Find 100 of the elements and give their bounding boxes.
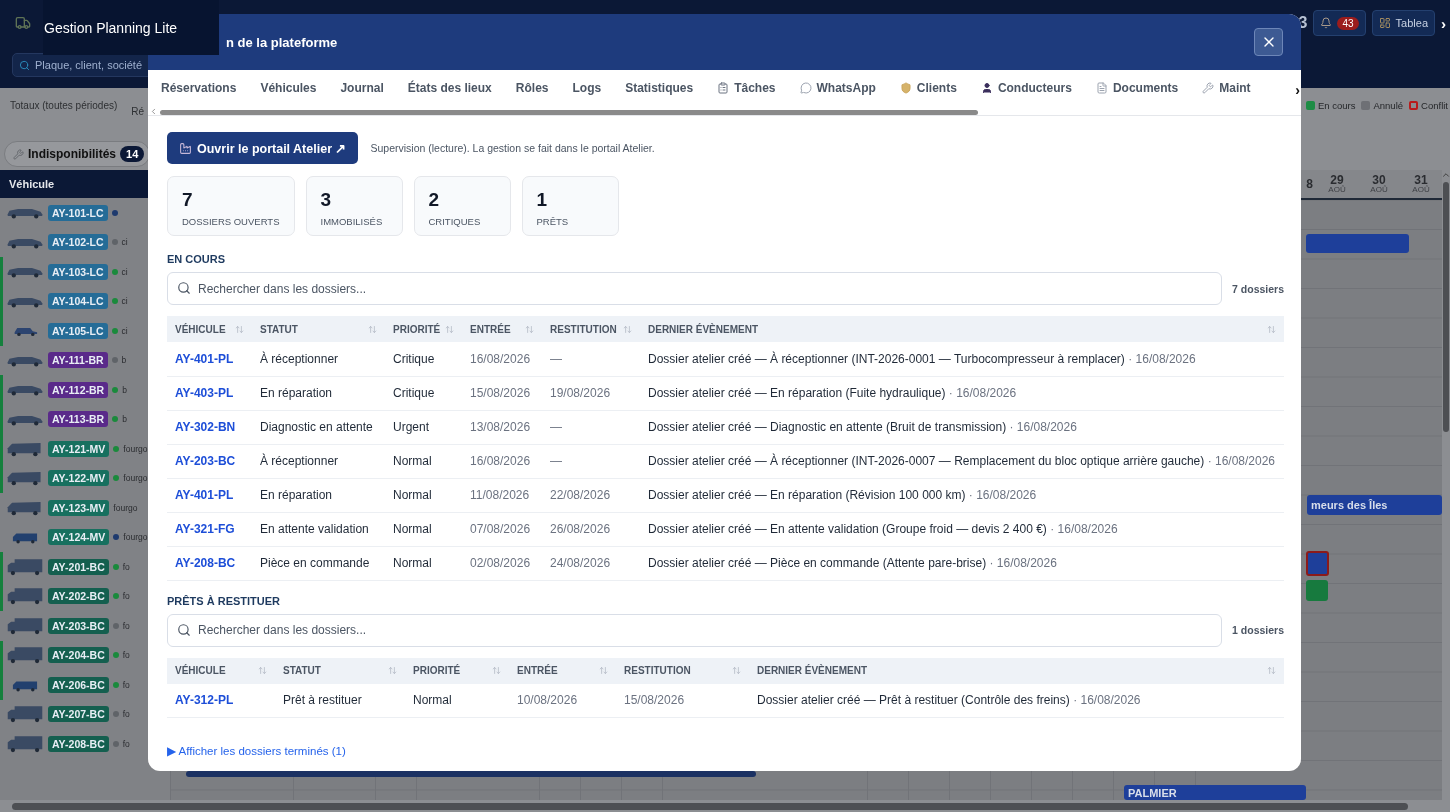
plate-badge[interactable]: AY-112-BR [48,381,109,398]
tab[interactable]: Logs [560,75,614,103]
plate-badge[interactable]: AY-102-LC [48,234,108,251]
column-header[interactable]: VÉHICULE [167,316,252,342]
legend-label: En cours [1317,100,1356,111]
vehicle-type: fourgo [123,443,148,454]
search-field[interactable]: Rechercher dans les dossiers... [167,613,1223,647]
plate-badge[interactable]: AY-101-LC [48,204,108,221]
booking-bar[interactable]: PALMIER [1124,785,1306,800]
scroll-left-icon[interactable] [149,107,158,116]
plate-badge[interactable]: AY-207-BC [48,706,109,723]
table-cell: 24/08/2026 [542,546,640,580]
vehicle-link[interactable]: AY-203-BC [175,454,236,468]
vehicle-link[interactable]: AY-208-BC [175,556,236,570]
plate-badge[interactable]: AY-104-LC [48,293,108,310]
booking-bar[interactable] [1306,580,1328,601]
vehicle-link[interactable]: AY-401-PL [175,351,234,366]
tab[interactable]: Journal [328,75,396,103]
vehicle-link[interactable]: AY-321-FG [175,522,235,536]
booking-bar[interactable] [1306,234,1409,253]
plate-badge[interactable]: AY-113-BR [48,411,109,428]
more-arrow[interactable]: › [1441,14,1446,32]
scroll-up-icon[interactable] [1441,170,1450,180]
tab[interactable]: États des lieux [395,75,504,103]
vehicle-link[interactable]: AY-312-PL [175,693,234,708]
vehicle-type: b [121,355,127,366]
table-cell: Diagnostic en attente [252,410,385,444]
tab[interactable]: Véhicules [248,75,329,103]
column-header[interactable]: STATUT [275,657,405,684]
tab[interactable]: Documents [1083,75,1191,103]
stat-value: 2 [428,189,441,211]
booking-bar[interactable]: meurs des Îles [1307,495,1442,515]
factory-icon [179,141,192,155]
tab[interactable]: Réservations [149,75,249,103]
plate-badge[interactable]: AY-103-LC [48,263,108,280]
next-tabs-arrow[interactable]: › [1295,82,1300,98]
column-header[interactable]: DERNIER ÉVÈNEMENT [749,657,1284,684]
table-cell: Normal [385,512,462,546]
sort-icon[interactable] [258,666,267,675]
sort-icon[interactable] [235,324,244,334]
tabs-scrollbar[interactable] [160,110,978,115]
booking-bar[interactable] [186,771,756,777]
totals-column-label: Ré [131,106,145,117]
vehicle-link[interactable]: AY-401-PL [175,488,234,502]
column-header[interactable]: ENTRÉE [462,316,542,342]
tab[interactable]: Statistiques [613,75,706,103]
plate-badge[interactable]: AY-202-BC [48,588,109,605]
tab[interactable]: WhatsApp [787,75,888,103]
close-button[interactable] [1254,28,1283,56]
plate-badge[interactable]: AY-123-MV [48,499,110,516]
plate-badge[interactable]: AY-121-MV [48,440,110,457]
sort-icon[interactable] [368,324,377,334]
unavailability-tab[interactable]: Indisponibilités 14 [4,141,151,167]
column-header[interactable]: RESTITUTION [616,657,749,684]
alerts-button[interactable]: 43 [1313,10,1366,36]
column-header[interactable]: RESTITUTION [542,316,640,342]
vehicle-link[interactable]: AY-403-PL [175,386,234,400]
tab[interactable]: Rôles [503,75,561,103]
vehicle-link[interactable]: AY-302-BN [175,420,236,434]
column-header[interactable]: ENTRÉE [509,657,616,684]
table-cell: 26/08/2026 [542,512,640,546]
sort-icon[interactable] [525,324,534,334]
tab[interactable]: Tâches [705,75,788,103]
sort-icon[interactable] [599,666,608,675]
column-header[interactable]: VÉHICULE [167,657,275,684]
table-cell: 11/08/2026 [462,478,542,512]
column-header[interactable]: STATUT [252,316,385,342]
vehicle-type: ci [121,266,128,277]
dashboard-button[interactable]: Tablea [1371,10,1435,36]
booking-bar[interactable] [1306,551,1329,576]
search-field[interactable]: Rechercher dans les dossiers... [167,272,1223,305]
date-day: 30 [1372,173,1386,187]
column-header[interactable]: PRIORITÉ [385,316,462,342]
sort-icon[interactable] [1267,666,1276,675]
tab[interactable]: Maint [1190,75,1263,103]
column-header[interactable]: DERNIER ÉVÈNEMENT [640,316,1284,342]
column-header[interactable]: PRIORITÉ [405,657,509,684]
open-portal-button[interactable]: Ouvrir le portail Atelier ↗ [167,132,359,164]
tab[interactable]: Clients [887,75,969,103]
plate-badge[interactable]: AY-111-BR [48,352,108,369]
sort-icon[interactable] [732,666,741,675]
plate-badge[interactable]: AY-204-BC [48,647,109,664]
plate-badge[interactable]: AY-203-BC [48,617,109,634]
sort-icon[interactable] [388,666,397,675]
sort-icon[interactable] [623,324,632,334]
plate-badge[interactable]: AY-124-MV [48,529,110,546]
plate-badge[interactable]: AY-208-BC [48,735,109,752]
record-count: 1 dossiers [1232,624,1284,636]
truck-icon [6,557,44,576]
vehicle-type: fo [122,679,130,690]
plate-badge[interactable]: AY-122-MV [48,470,110,487]
dashboard-icon [1378,17,1391,29]
show-finished-link[interactable]: ▶ Afficher les dossiers terminés (1) [167,744,346,758]
sort-icon[interactable] [492,666,501,675]
tab[interactable]: Conducteurs [968,75,1084,103]
sort-icon[interactable] [445,324,454,334]
plate-badge[interactable]: AY-105-LC [48,322,108,339]
plate-badge[interactable]: AY-201-BC [48,558,109,575]
plate-badge[interactable]: AY-206-BC [48,676,109,693]
sort-icon[interactable] [1267,324,1276,334]
